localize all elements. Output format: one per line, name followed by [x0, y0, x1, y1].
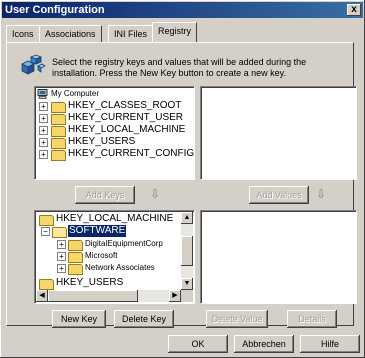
dest-tree-child-label: DigitalEquipmentCorp — [85, 239, 163, 248]
scroll-down-icon[interactable]: ▼ — [181, 278, 193, 290]
folder-icon — [51, 138, 66, 149]
delete-value-label: Delete Value — [211, 314, 263, 324]
help-button[interactable]: Hilfe — [300, 335, 360, 353]
scroll-thumb[interactable] — [181, 236, 193, 266]
folder-icon — [68, 252, 83, 263]
delete-value-button[interactable]: Delete Value — [206, 310, 268, 328]
tree-root-label: My Computer — [51, 89, 100, 98]
window-title: User Configuration — [5, 4, 105, 16]
tab-associations-label: Associations — [45, 29, 96, 39]
folder-icon — [51, 102, 66, 113]
delete-key-button[interactable]: Delete Key — [114, 310, 174, 328]
vertical-scrollbar[interactable]: ▲ ▼ — [181, 212, 193, 290]
folder-icon — [68, 240, 83, 251]
tree-item-label: HKEY_USERS — [68, 136, 136, 147]
details-button[interactable]: Details — [287, 310, 337, 328]
tab-registry-label: Registry — [158, 26, 192, 36]
tab-icons[interactable]: Icons — [6, 25, 40, 42]
dest-tree-root-label: HKEY_LOCAL_MACHINE — [56, 213, 174, 224]
tab-associations[interactable]: Associations — [39, 25, 102, 42]
tab-ini-files[interactable]: INI Files — [108, 25, 154, 42]
dest-tree-selected-label: SOFTWARE — [68, 225, 127, 237]
tab-registry[interactable]: Registry — [152, 22, 198, 42]
add-keys-label: Add Keys — [85, 190, 125, 200]
folder-icon — [39, 215, 54, 226]
folder-icon — [51, 150, 66, 161]
new-key-label: New Key — [60, 314, 97, 324]
registry-source-tree[interactable]: My Computer + HKEY_CLASSES_ROOT + HKEY_C… — [34, 86, 195, 180]
tab-ini-files-label: INI Files — [114, 29, 148, 39]
registry-cubes-icon — [21, 54, 46, 75]
down-arrow-icon: ⇩ — [150, 187, 161, 201]
expand-icon[interactable]: + — [57, 264, 66, 273]
down-arrow-icon: ⇩ — [316, 187, 327, 201]
registry-destination-values-list[interactable] — [200, 210, 357, 304]
computer-icon — [37, 89, 48, 99]
tree-item-label: HKEY_CURRENT_CONFIG — [68, 148, 195, 159]
expand-icon[interactable]: + — [39, 102, 48, 111]
close-button[interactable]: x — [347, 4, 361, 16]
scroll-up-icon[interactable]: ▲ — [181, 212, 193, 224]
folder-icon — [39, 279, 54, 290]
folder-icon — [51, 126, 66, 137]
folder-icon — [68, 264, 83, 275]
delete-key-label: Delete Key — [121, 314, 167, 324]
add-values-label: Add Values — [256, 190, 302, 200]
details-label: Details — [298, 314, 326, 324]
dest-tree-child-label: Microsoft — [85, 251, 118, 260]
scroll-left-icon[interactable]: ◀ — [36, 290, 48, 302]
expand-icon[interactable]: + — [39, 114, 48, 123]
cancel-label: Abbrechen — [242, 339, 286, 349]
folder-open-icon — [52, 227, 67, 238]
help-label: Hilfe — [320, 339, 339, 349]
horizontal-scrollbar[interactable]: ◀ ▶ — [36, 290, 181, 302]
folder-icon — [51, 114, 66, 125]
dest-tree-next-root-label: HKEY_USERS — [56, 277, 124, 288]
expand-icon[interactable]: + — [57, 252, 66, 261]
description-text: Select the registry keys and values that… — [52, 57, 307, 78]
collapse-icon[interactable]: − — [41, 227, 50, 236]
tree-item-label: HKEY_CLASSES_ROOT — [68, 100, 182, 111]
scroll-right-icon[interactable]: ▶ — [169, 290, 181, 302]
tree-item-label: HKEY_LOCAL_MACHINE — [68, 124, 186, 135]
dest-tree-child-label: Network Associates — [85, 263, 155, 272]
cancel-button[interactable]: Abbrechen — [234, 335, 294, 353]
expand-icon[interactable]: + — [39, 138, 48, 147]
ok-label: OK — [191, 339, 205, 349]
close-icon: x — [351, 4, 357, 15]
expand-icon[interactable]: + — [57, 240, 66, 249]
user-configuration-window: User Configuration x Icons Associations … — [0, 0, 365, 358]
expand-icon[interactable]: + — [39, 126, 48, 135]
add-values-button[interactable]: Add Values — [249, 186, 309, 204]
scrollbar-corner — [181, 290, 193, 302]
title-bar: User Configuration x — [2, 2, 363, 18]
ok-button[interactable]: OK — [168, 335, 228, 353]
scroll-thumb[interactable] — [48, 290, 138, 302]
new-key-button[interactable]: New Key — [52, 310, 106, 328]
registry-source-values-list[interactable] — [200, 86, 357, 180]
tree-item-label: HKEY_CURRENT_USER — [68, 112, 184, 123]
tab-icons-label: Icons — [12, 29, 34, 39]
add-keys-button[interactable]: Add Keys — [75, 186, 135, 204]
expand-icon[interactable]: + — [39, 150, 48, 159]
registry-destination-tree[interactable]: HKEY_LOCAL_MACHINE − SOFTWARE + DigitalE… — [34, 210, 195, 304]
